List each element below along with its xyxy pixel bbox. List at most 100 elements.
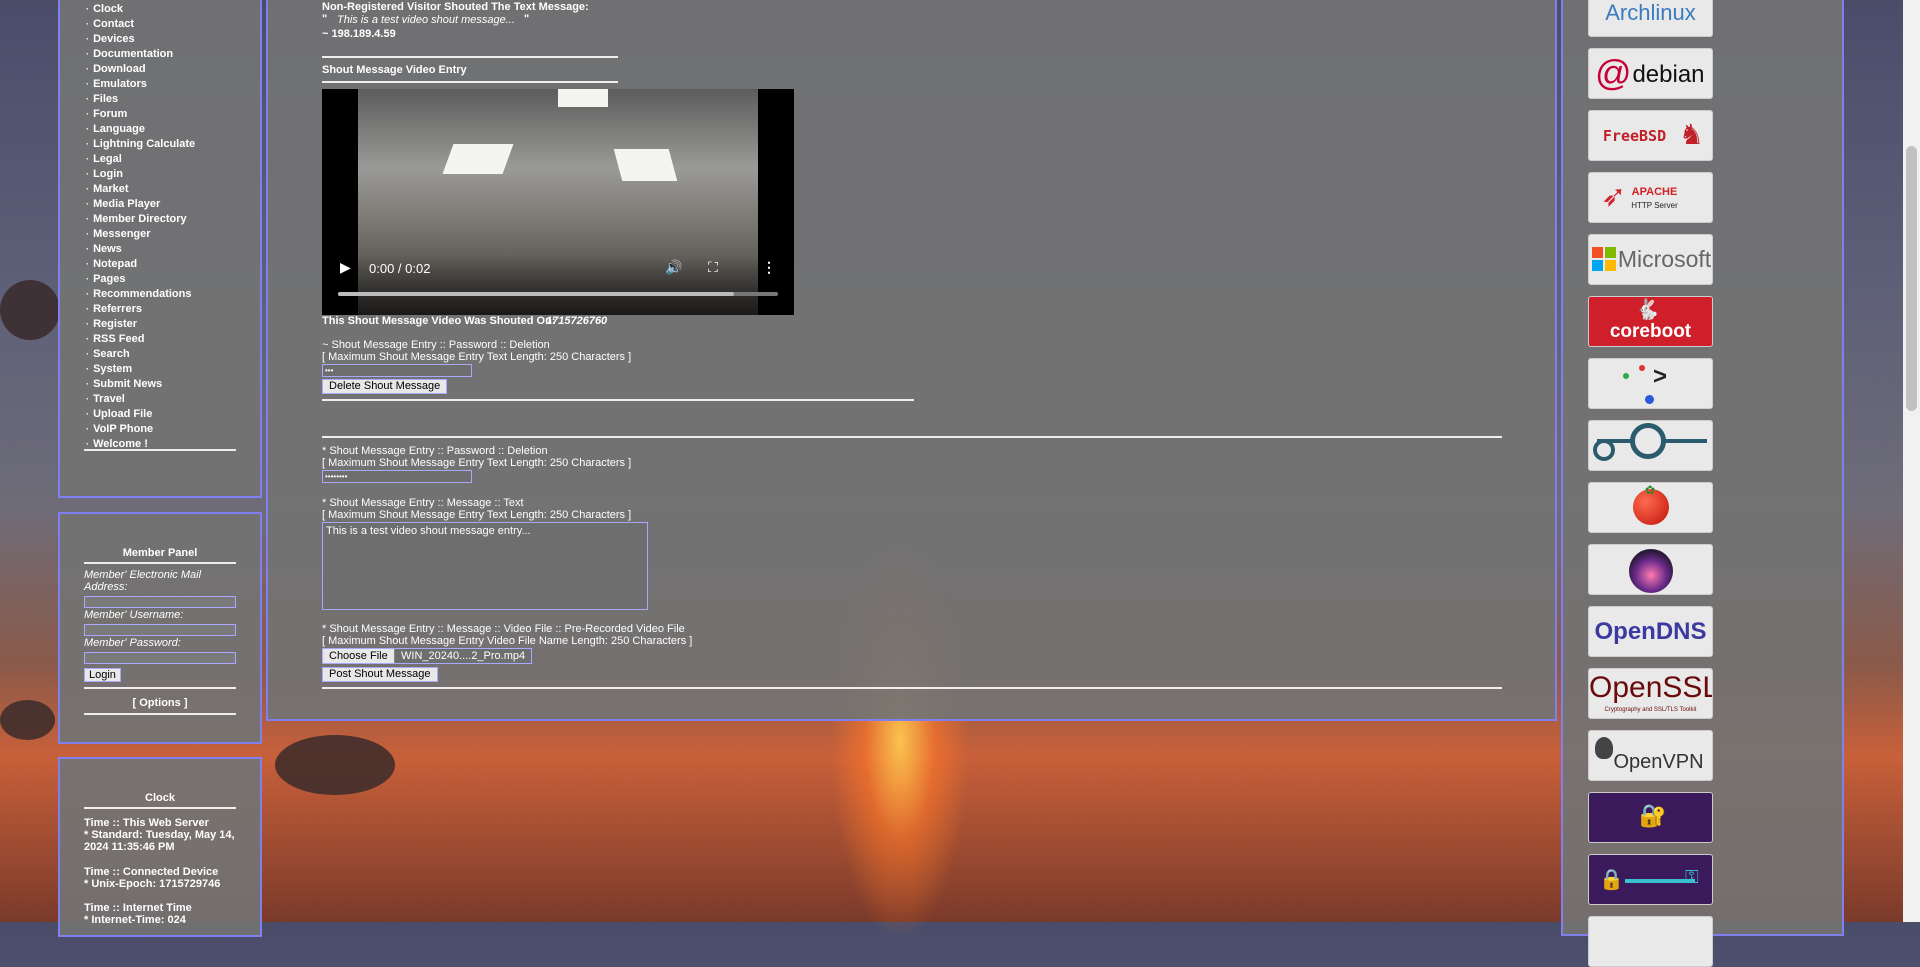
menu-item-notepad[interactable]: · Notepad — [86, 257, 195, 272]
debian-badge[interactable]: @ debian — [1588, 48, 1713, 99]
openvpn-badge[interactable]: OpenVPN — [1588, 730, 1713, 781]
username-label: Member' Username: — [84, 609, 184, 621]
openssl-logo-text: OpenSSL — [1589, 671, 1713, 704]
menu-item-rss-feed[interactable]: · RSS Feed — [86, 332, 195, 347]
lineageos-left-circle-icon — [1593, 439, 1615, 461]
menu-item-label: Documentation — [93, 48, 174, 60]
tomato-leaf-icon: ✿ — [1645, 483, 1656, 497]
openssl-badge[interactable]: OpenSSL Cryptography and SSL/TLS Toolkit — [1588, 668, 1713, 719]
menu-item-referrers[interactable]: · Referrers — [86, 302, 195, 317]
menu-item-label: Submit News — [93, 378, 163, 390]
menu-item-lightning-calculate[interactable]: · Lightning Calculate — [86, 137, 195, 152]
email-label: Member' Electronic Mail Address: — [84, 569, 202, 593]
menu-item-member-directory[interactable]: · Member Directory — [86, 212, 195, 227]
menu-item-market[interactable]: · Market — [86, 182, 195, 197]
bullet-icon: · — [86, 79, 89, 89]
key-end-icon: ⚿ — [1685, 867, 1699, 887]
menu-item-login[interactable]: · Login — [86, 167, 195, 182]
lotus-badge[interactable] — [1588, 544, 1713, 595]
menu-item-messenger[interactable]: · Messenger — [86, 227, 195, 242]
tomato-badge[interactable]: ✿ — [1588, 482, 1713, 533]
menu-item-travel[interactable]: · Travel — [86, 392, 195, 407]
file-input[interactable]: Choose File WIN_20240....2_Pro.mp4 — [322, 648, 532, 664]
volume-icon[interactable]: 🔊 — [665, 259, 682, 276]
form-password-heading: * Shout Message Entry :: Password :: Del… — [322, 445, 548, 457]
navigation-menu: · Clock · Contact · Devices · Documentation… — [86, 2, 195, 452]
menu-item-submit-news[interactable]: · Submit News — [86, 377, 195, 392]
menu-item-emulators[interactable]: · Emulators — [86, 77, 195, 92]
play-icon[interactable]: ▶ — [340, 259, 351, 276]
bullet-icon: · — [86, 409, 89, 419]
email-field[interactable] — [84, 596, 236, 608]
device-time-heading: Time :: Connected Device — [84, 866, 219, 878]
bullet-icon: · — [86, 34, 89, 44]
video-progress-track[interactable] — [338, 292, 778, 296]
page-scrollbar[interactable] — [1903, 0, 1920, 922]
microsoft-badge[interactable]: Microsoft — [1588, 234, 1713, 285]
delete-shout-button[interactable]: Delete Shout Message — [322, 379, 448, 394]
menu-item-forum[interactable]: · Forum — [86, 107, 195, 122]
bullet-icon: · — [86, 319, 89, 329]
video-progress-buffered — [338, 292, 734, 296]
menu-item-news[interactable]: · News — [86, 242, 195, 257]
member-panel: Member Panel Member' Electronic Mail Add… — [58, 512, 262, 744]
menu-item-documentation[interactable]: · Documentation — [86, 47, 195, 62]
menu-item-language[interactable]: · Language — [86, 122, 195, 137]
menu-item-register[interactable]: · Register — [86, 317, 195, 332]
username-field[interactable] — [84, 624, 236, 636]
dot-red-icon — [1639, 365, 1645, 371]
security-tool-badge[interactable]: 🔐 — [1588, 792, 1713, 843]
more-options-icon[interactable]: ⋮ — [762, 259, 776, 276]
delete-password-input[interactable]: ••• — [322, 364, 472, 377]
delete-heading: ~ Shout Message Entry :: Password :: Del… — [322, 339, 550, 351]
form-password-max: [ Maximum Shout Message Entry Text Lengt… — [322, 457, 632, 469]
server-time-heading: Time :: This Web Server — [84, 817, 209, 829]
fullscreen-icon[interactable]: ⛶ — [708, 259, 718, 276]
password-field[interactable] — [84, 652, 236, 664]
delete-max-length: [ Maximum Shout Message Entry Text Lengt… — [322, 351, 632, 363]
menu-item-devices[interactable]: · Devices — [86, 32, 195, 47]
choose-file-button[interactable]: Choose File — [323, 649, 395, 663]
apache-badge[interactable]: ➶ APACHE HTTP Server — [1588, 172, 1713, 223]
options-link[interactable]: [ Options ] — [60, 697, 260, 709]
coreboot-badge[interactable]: 🐇 coreboot — [1588, 296, 1713, 347]
partial-badge[interactable] — [1588, 916, 1713, 967]
terminal-badge[interactable]: > — [1588, 358, 1713, 409]
menu-item-legal[interactable]: · Legal — [86, 152, 195, 167]
form-password-input[interactable]: •••••••• — [322, 470, 472, 483]
bullet-icon: · — [86, 289, 89, 299]
login-button[interactable]: Login — [84, 668, 121, 682]
archlinux-logo-text: Archlinux — [1605, 0, 1696, 25]
menu-item-files[interactable]: · Files — [86, 92, 195, 107]
archlinux-badge[interactable]: Archlinux — [1588, 0, 1713, 37]
menu-item-label: News — [93, 243, 122, 255]
post-shout-button[interactable]: Post Shout Message — [322, 667, 438, 682]
message-textarea[interactable]: This is a test video shout message entry… — [322, 522, 648, 610]
internet-time-heading: Time :: Internet Time — [84, 902, 192, 914]
menu-item-download[interactable]: · Download — [86, 62, 195, 77]
menu-item-voip-phone[interactable]: · VoIP Phone — [86, 422, 195, 437]
divider — [322, 56, 618, 58]
menu-item-label: Language — [93, 123, 146, 135]
menu-item-pages[interactable]: · Pages — [86, 272, 195, 287]
divider — [322, 399, 914, 401]
scrollbar-thumb[interactable] — [1906, 146, 1917, 411]
divider — [84, 687, 236, 689]
menu-item-upload-file[interactable]: · Upload File — [86, 407, 195, 422]
menu-item-recommendations[interactable]: · Recommendations — [86, 287, 195, 302]
menu-item-search[interactable]: · Search — [86, 347, 195, 362]
visitor-shout-line: Non-Registered Visitor Shouted The Text … — [322, 1, 589, 13]
opendns-badge[interactable]: OpenDNS — [1588, 606, 1713, 657]
openvpn-logo-text: OpenVPN — [1613, 751, 1704, 773]
menu-item-label: System — [93, 363, 133, 375]
lineageos-badge[interactable] — [1588, 420, 1713, 471]
coreboot-hare-icon: 🐇 — [1635, 299, 1660, 321]
menu-item-contact[interactable]: · Contact — [86, 17, 195, 32]
menu-item-clock[interactable]: · Clock — [86, 2, 195, 17]
key-tool-badge[interactable]: 🔒 ⚿ — [1588, 854, 1713, 905]
menu-item-media-player[interactable]: · Media Player — [86, 197, 195, 212]
freebsd-badge[interactable]: FreeBSD ♞ — [1588, 110, 1713, 161]
menu-item-system[interactable]: · System — [86, 362, 195, 377]
menu-item-label: Files — [93, 93, 119, 105]
video-player[interactable]: ▶ 0:00 / 0:02 🔊 ⛶ ⋮ — [322, 89, 794, 315]
